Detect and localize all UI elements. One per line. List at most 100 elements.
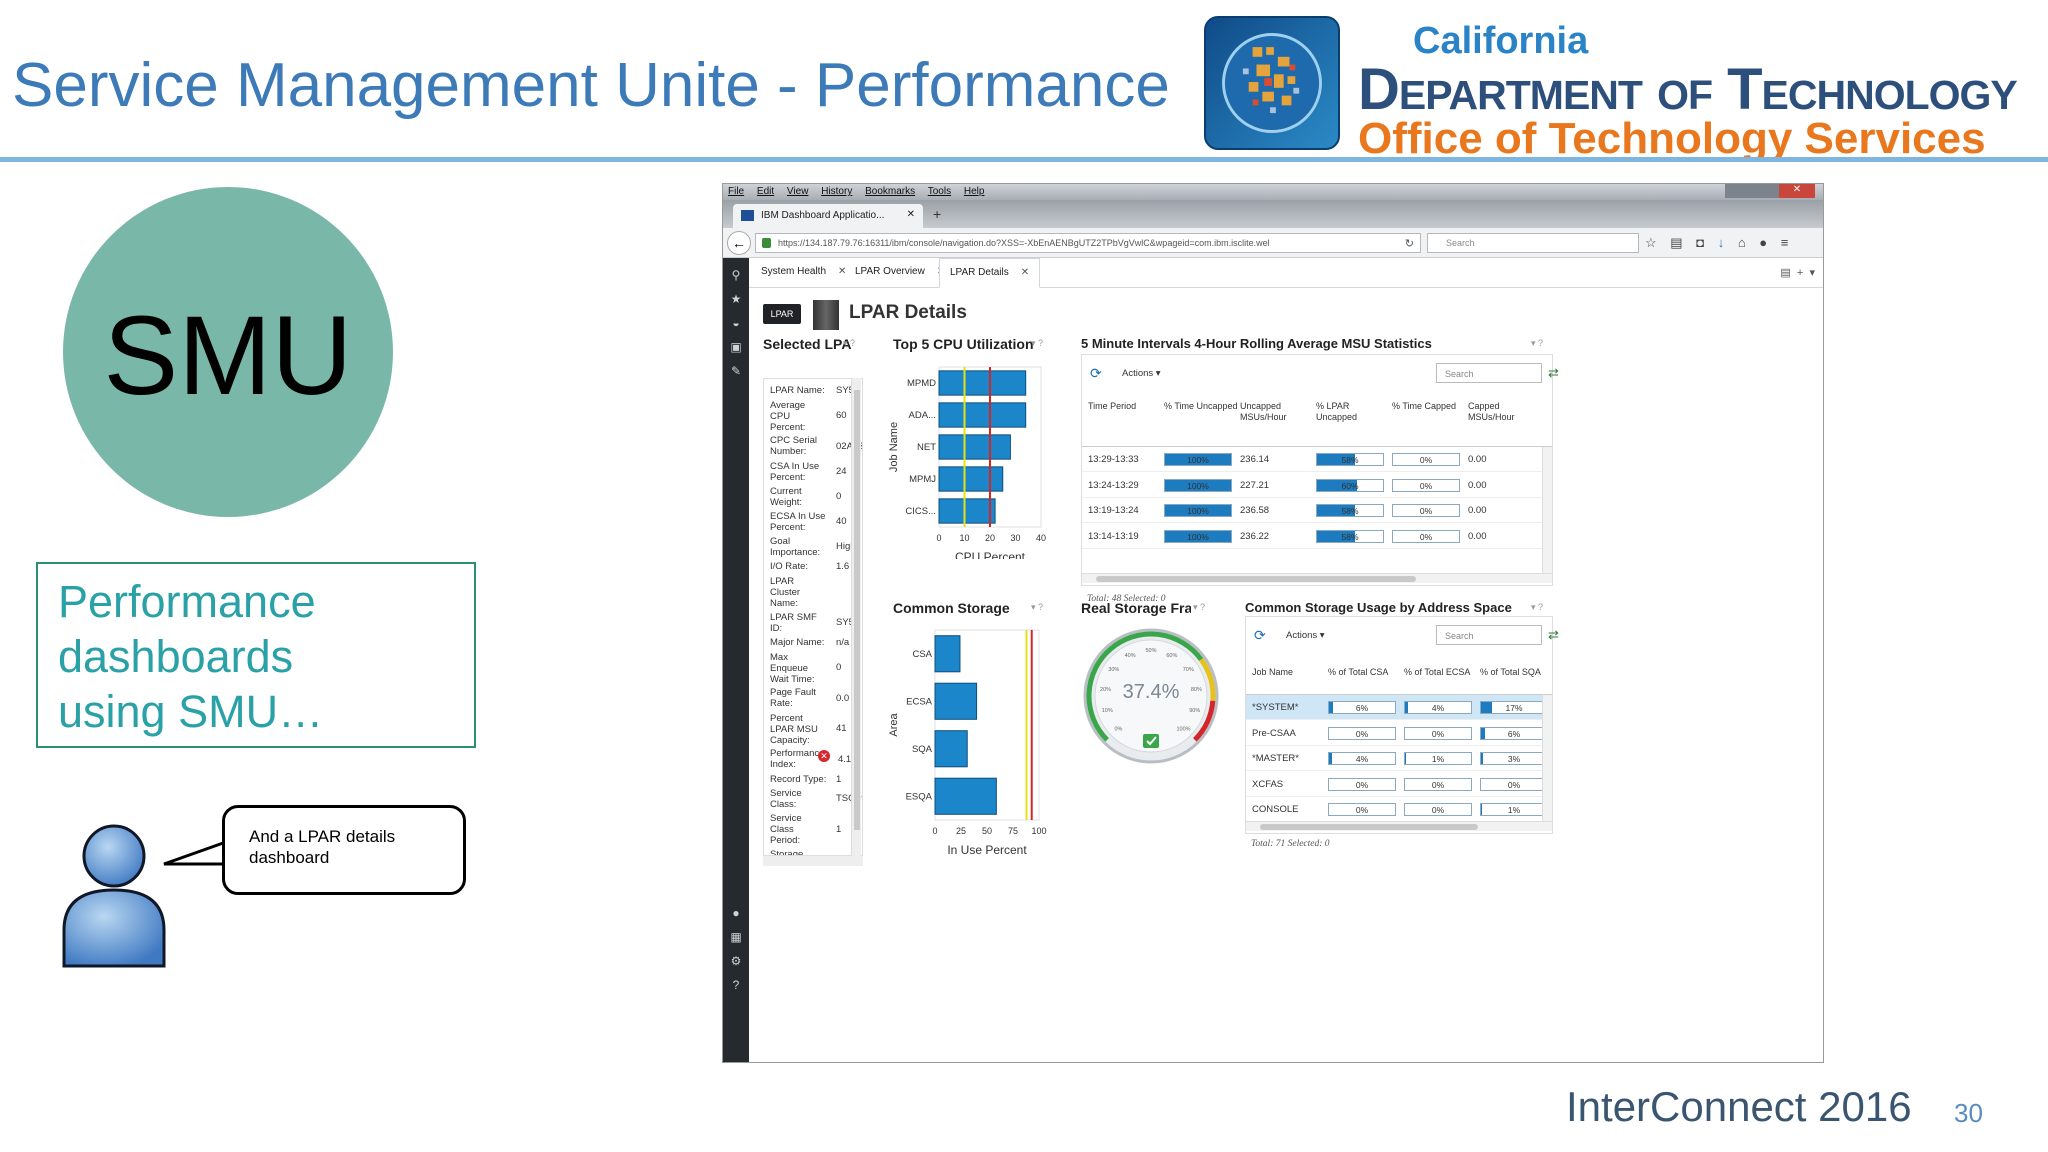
table-row[interactable]: *MASTER* 4% 1% 3% bbox=[1246, 746, 1552, 771]
percent-bar: 60% bbox=[1316, 478, 1384, 492]
table-row[interactable]: *SYSTEM* 6% 4% 17% bbox=[1246, 695, 1552, 720]
column-header[interactable]: % Time Uncapped bbox=[1164, 401, 1238, 412]
vertical-scrollbar[interactable] bbox=[851, 378, 861, 856]
hamburger-menu-icon[interactable]: ≡ bbox=[1781, 235, 1789, 250]
dashboard-gauge-icon[interactable]: ◒ bbox=[729, 316, 743, 330]
window-controls[interactable]: ✕ bbox=[1725, 184, 1815, 198]
table-row[interactable]: 13:29-13:33 100% 236.14 58% 0% 0.00 bbox=[1082, 447, 1552, 472]
tab-close-icon[interactable]: ✕ bbox=[1021, 267, 1029, 278]
panel-menu-icon[interactable]: ▾ ? bbox=[1031, 338, 1043, 349]
menu-edit[interactable]: Edit bbox=[757, 186, 774, 197]
home-icon[interactable]: ⌂ bbox=[1738, 235, 1746, 250]
column-header[interactable]: % of Total SQA bbox=[1480, 667, 1541, 678]
browser-search-input[interactable]: Search bbox=[1427, 233, 1639, 253]
wrench-icon[interactable]: ✎ bbox=[729, 364, 743, 378]
menu-file[interactable]: File bbox=[728, 186, 744, 197]
panel-menu-icon[interactable]: ▾ ? bbox=[1531, 602, 1543, 613]
tab-system-health[interactable]: System Health ✕ bbox=[761, 266, 846, 277]
bookmark-star-icon[interactable]: ☆ bbox=[1645, 235, 1657, 250]
export-icon[interactable]: ⇄ bbox=[1548, 627, 1559, 643]
table-row[interactable]: 13:24-13:29 100% 227.21 60% 0% 0.00 bbox=[1082, 473, 1552, 498]
msu-search-input[interactable]: Search bbox=[1436, 363, 1542, 383]
horizontal-scrollbar[interactable] bbox=[763, 856, 863, 866]
bar-2[interactable] bbox=[934, 730, 968, 768]
vertical-scrollbar[interactable] bbox=[1542, 695, 1552, 821]
msu-table-title: 5 Minute Intervals 4-Hour Rolling Averag… bbox=[1081, 336, 1432, 351]
help-icon[interactable]: ? bbox=[729, 978, 743, 992]
menu-help[interactable]: Help bbox=[964, 186, 985, 197]
percent-bar-label: 58% bbox=[1341, 455, 1359, 465]
reading-list-icon[interactable]: ▤ bbox=[1670, 235, 1682, 250]
chat-icon[interactable]: ● bbox=[1759, 235, 1767, 250]
column-header[interactable]: Job Name bbox=[1252, 667, 1293, 678]
scrollbar-thumb[interactable] bbox=[854, 390, 860, 830]
panel-menu-icon[interactable]: ▾ ? bbox=[1193, 602, 1205, 613]
menu-view[interactable]: View bbox=[787, 186, 809, 197]
table-row[interactable]: Pre-CSAA 0% 0% 6% bbox=[1246, 721, 1552, 746]
bar-3[interactable] bbox=[934, 777, 997, 815]
panel-menu-icon[interactable]: ▾ ? bbox=[1531, 338, 1543, 349]
bar-0[interactable] bbox=[934, 635, 961, 673]
scrollbar-thumb[interactable] bbox=[1260, 824, 1478, 830]
grid-icon[interactable]: ▦ bbox=[729, 930, 743, 944]
export-icon[interactable]: ⇄ bbox=[1548, 365, 1559, 381]
gauge-tick-label: 40% bbox=[1125, 653, 1136, 659]
tab-close-icon[interactable]: ✕ bbox=[907, 209, 915, 220]
bar-3[interactable] bbox=[938, 466, 1004, 492]
column-header[interactable]: Capped MSUs/Hour bbox=[1468, 401, 1515, 423]
as-search-input[interactable]: Search bbox=[1436, 625, 1542, 645]
column-header[interactable]: Uncapped MSUs/Hour bbox=[1240, 401, 1287, 423]
column-header[interactable]: % Time Capped bbox=[1392, 401, 1456, 412]
column-header[interactable]: Time Period bbox=[1088, 401, 1136, 412]
horizontal-scrollbar[interactable] bbox=[1246, 821, 1552, 831]
bar-2[interactable] bbox=[938, 434, 1011, 460]
table-row[interactable]: 13:19-13:24 100% 236.58 58% 0% 0.00 bbox=[1082, 498, 1552, 523]
new-tab-icon[interactable]: + bbox=[933, 206, 941, 222]
table-row[interactable]: CONSOLE 0% 0% 1% bbox=[1246, 797, 1552, 822]
reload-icon[interactable]: ↻ bbox=[1405, 237, 1414, 250]
horizontal-scrollbar[interactable] bbox=[1082, 573, 1552, 583]
favorites-star-icon[interactable]: ★ bbox=[729, 292, 743, 306]
menu-history[interactable]: History bbox=[821, 186, 852, 197]
actions-menu[interactable]: Actions ▾ bbox=[1286, 630, 1325, 641]
lpa-field-value: 60 bbox=[836, 410, 847, 422]
console-icon[interactable]: ▣ bbox=[729, 340, 743, 354]
percent-bar: 6% bbox=[1480, 726, 1548, 740]
panel-menu-icon[interactable]: ▾ ? bbox=[843, 338, 855, 349]
tab-close-icon[interactable]: ✕ bbox=[838, 266, 846, 277]
bar-0[interactable] bbox=[938, 370, 1027, 396]
tab-actions[interactable]: ▤ + ▾ bbox=[1780, 266, 1815, 279]
vertical-scrollbar[interactable] bbox=[1542, 447, 1552, 573]
scrollbar-thumb[interactable] bbox=[1096, 576, 1416, 582]
user-icon[interactable]: ● bbox=[729, 906, 743, 920]
refresh-icon[interactable]: ⟳ bbox=[1254, 627, 1266, 644]
bar-1[interactable] bbox=[938, 402, 1027, 428]
time-period-cell: 13:19-13:24 bbox=[1088, 505, 1139, 516]
menu-bookmarks[interactable]: Bookmarks bbox=[865, 186, 915, 197]
category-label: ECSA bbox=[906, 696, 933, 707]
refresh-icon[interactable]: ⟳ bbox=[1090, 365, 1102, 382]
column-header[interactable]: % of Total ECSA bbox=[1404, 667, 1470, 678]
table-row[interactable]: 13:14-13:19 100% 236.22 58% 0% 0.00 bbox=[1082, 524, 1552, 549]
tab-lpar-overview[interactable]: LPAR Overview✕ bbox=[855, 266, 945, 277]
url-field[interactable]: https://134.187.79.76:16311/ibm/console/… bbox=[755, 233, 1421, 253]
lpa-field-value: 4.1 bbox=[838, 753, 852, 765]
bar-4[interactable] bbox=[938, 498, 996, 524]
back-arrow-icon[interactable]: ← bbox=[727, 231, 751, 255]
menu-tools[interactable]: Tools bbox=[928, 186, 951, 197]
column-header[interactable]: % LPAR Uncapped bbox=[1316, 401, 1357, 423]
browser-tab[interactable]: IBM Dashboard Applicatio... ✕ bbox=[733, 204, 923, 228]
download-icon[interactable]: ↓ bbox=[1718, 235, 1725, 250]
bar-1[interactable] bbox=[934, 682, 978, 720]
search-icon[interactable]: ⚲ bbox=[729, 268, 743, 282]
panel-menu-icon[interactable]: ▾ ? bbox=[1031, 602, 1043, 613]
pocket-icon[interactable]: ◘ bbox=[1696, 235, 1704, 250]
lpa-field-key: Storage Events Status: bbox=[770, 849, 804, 856]
tab-lpar-details[interactable]: LPAR Details ✕ bbox=[939, 258, 1041, 288]
actions-menu[interactable]: Actions ▾ bbox=[1122, 368, 1161, 379]
lpa-field-key: Current Weight: bbox=[770, 485, 803, 508]
column-header[interactable]: % of Total CSA bbox=[1328, 667, 1388, 678]
settings-gear-icon[interactable]: ⚙ bbox=[729, 954, 743, 968]
window-close-icon[interactable]: ✕ bbox=[1779, 184, 1815, 198]
table-row[interactable]: XCFAS 0% 0% 0% bbox=[1246, 772, 1552, 797]
